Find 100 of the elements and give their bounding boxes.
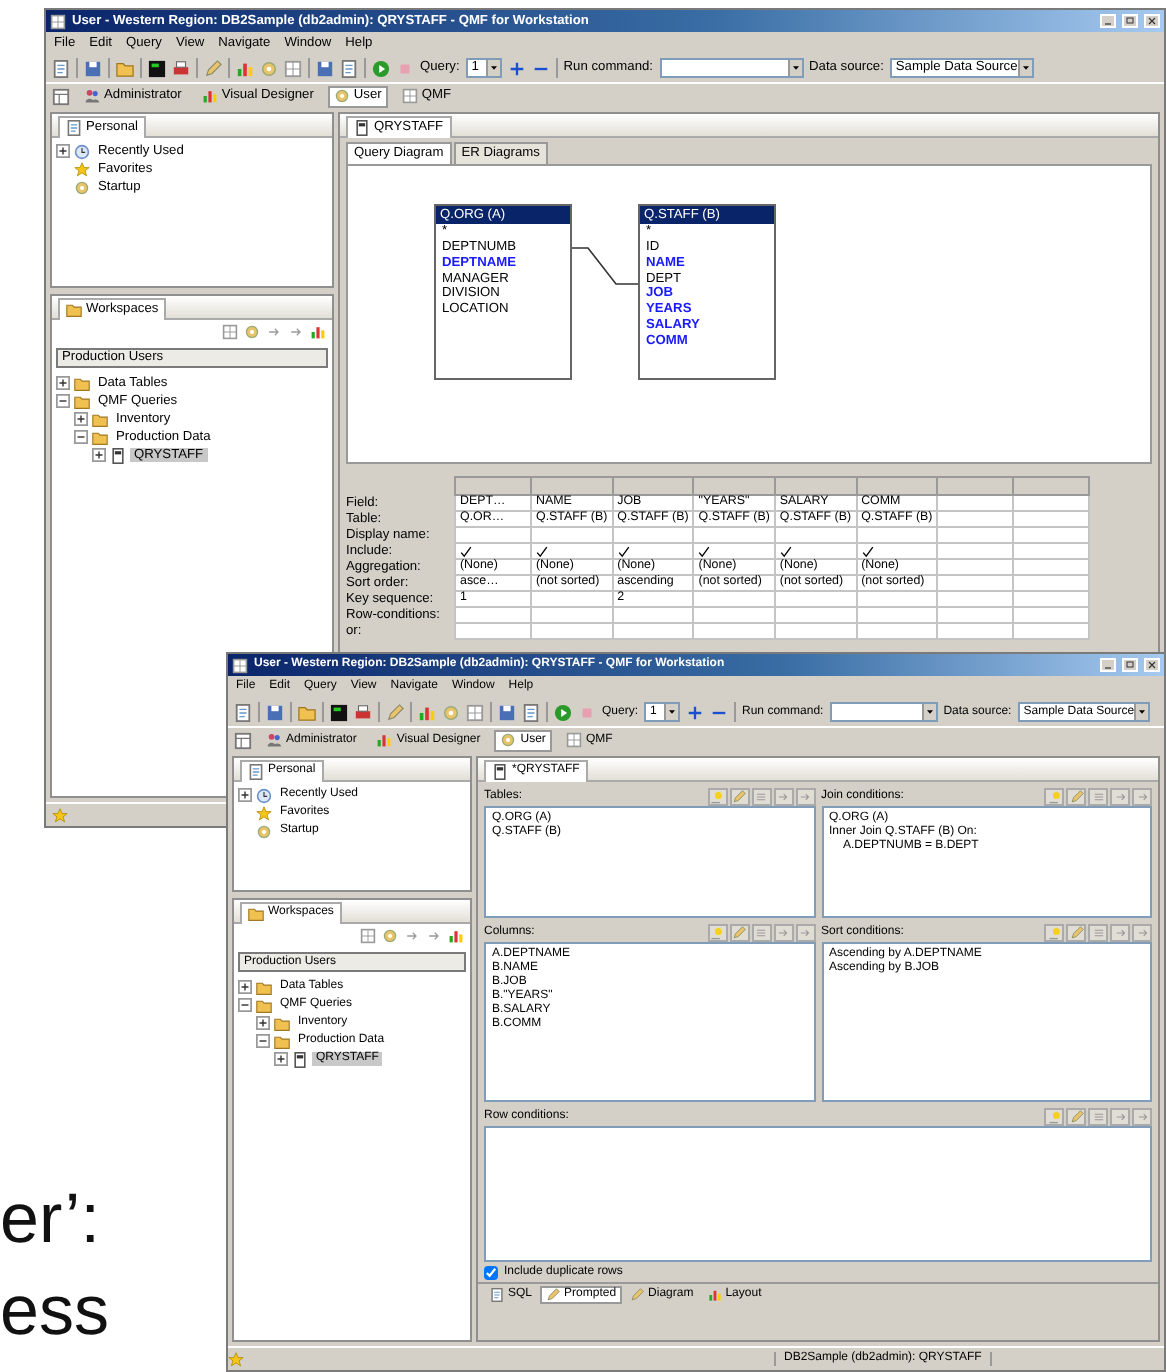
- rows-icon: [754, 925, 768, 939]
- sparkle-icon: [1047, 789, 1061, 803]
- perspective-icon: [500, 732, 517, 748]
- status-icon: [52, 807, 68, 823]
- move-button[interactable]: [1110, 1107, 1130, 1125]
- arrow-icon[interactable]: [288, 324, 304, 340]
- expand-icon[interactable]: [274, 1052, 288, 1066]
- move-button[interactable]: [773, 787, 793, 805]
- print-icon[interactable]: [354, 703, 372, 721]
- arrow-icon[interactable]: [426, 928, 442, 944]
- arrow-icon: [1135, 925, 1149, 939]
- expand-icon[interactable]: [238, 788, 252, 802]
- perspective-icon: [84, 88, 100, 104]
- expand-icon[interactable]: [256, 1016, 270, 1030]
- dropdown-arrow-icon: [923, 706, 936, 718]
- save-icon[interactable]: [498, 703, 516, 721]
- expand-icon[interactable]: [92, 448, 106, 462]
- save-icon[interactable]: [266, 703, 284, 721]
- perspective-icon: [376, 732, 393, 748]
- save-icon[interactable]: [316, 59, 334, 77]
- next-button[interactable]: [795, 923, 815, 941]
- table-icon[interactable]: [284, 59, 302, 77]
- terminal-icon[interactable]: [330, 703, 348, 721]
- list-button[interactable]: [751, 923, 771, 941]
- dropdown-arrow-icon: [1019, 62, 1032, 74]
- run-command-field[interactable]: [659, 58, 804, 78]
- new-file-icon[interactable]: [234, 703, 252, 721]
- layout-icon: [707, 1287, 722, 1301]
- document-icon: [292, 1051, 308, 1067]
- expand-icon[interactable]: [74, 412, 88, 426]
- collapse-icon[interactable]: [238, 998, 252, 1012]
- minimize-button[interactable]: [1100, 658, 1116, 672]
- move-button[interactable]: [1110, 787, 1130, 805]
- app-icon: [50, 13, 66, 29]
- add-button[interactable]: [1044, 1107, 1064, 1125]
- list-button[interactable]: [1088, 787, 1108, 805]
- expand-icon[interactable]: [238, 980, 252, 994]
- edit-button[interactable]: [1066, 923, 1086, 941]
- arrow-icon: [1135, 789, 1149, 803]
- sparkle-icon: [1047, 925, 1061, 939]
- perspective-icon: [333, 88, 350, 104]
- add-button[interactable]: [1044, 923, 1064, 941]
- dropdown-arrow-icon: [666, 706, 679, 718]
- arrow-icon[interactable]: [404, 928, 420, 944]
- move-button[interactable]: [773, 923, 793, 941]
- next-button[interactable]: [1132, 787, 1152, 805]
- next-button[interactable]: [1132, 1107, 1152, 1125]
- save-icon[interactable]: [84, 59, 102, 77]
- add-button[interactable]: [1044, 787, 1064, 805]
- minimize-button[interactable]: [1100, 14, 1116, 28]
- print-icon[interactable]: [172, 59, 190, 77]
- open-perspective-icon[interactable]: [234, 731, 252, 749]
- folder-icon[interactable]: [116, 59, 134, 77]
- collapse-icon[interactable]: [74, 430, 88, 444]
- terminal-icon[interactable]: [148, 59, 166, 77]
- add-button[interactable]: [707, 923, 727, 941]
- edit-button[interactable]: [729, 923, 749, 941]
- add-icon[interactable]: [686, 703, 705, 721]
- close-button[interactable]: [1144, 14, 1160, 28]
- chart-icon[interactable]: [418, 703, 436, 721]
- chart-icon[interactable]: [236, 59, 254, 77]
- edit-button[interactable]: [1066, 787, 1086, 805]
- close-button[interactable]: [1144, 658, 1160, 672]
- list-button[interactable]: [1088, 923, 1108, 941]
- table-icon[interactable]: [466, 703, 484, 721]
- next-button[interactable]: [1132, 923, 1152, 941]
- edit-icon[interactable]: [386, 703, 404, 721]
- move-button[interactable]: [1110, 923, 1130, 941]
- expand-icon[interactable]: [56, 144, 70, 158]
- perspective-icon: [565, 732, 582, 748]
- slide-text: ess: [0, 1276, 109, 1346]
- dropdown-arrow-icon: [1136, 706, 1149, 718]
- add-button[interactable]: [707, 787, 727, 805]
- arrow-icon[interactable]: [266, 324, 282, 340]
- collapse-icon[interactable]: [56, 394, 70, 408]
- open-perspective-icon[interactable]: [52, 87, 70, 105]
- checkbox[interactable]: [484, 1265, 498, 1279]
- query-icon: [354, 119, 370, 135]
- run-icon[interactable]: [554, 703, 572, 721]
- edit-icon[interactable]: [204, 59, 222, 77]
- add-icon[interactable]: [507, 59, 526, 77]
- run-icon[interactable]: [372, 59, 390, 77]
- restore-icon: [1124, 16, 1136, 26]
- dropdown-arrow-icon: [789, 62, 802, 74]
- run-command-field[interactable]: [829, 702, 938, 722]
- arrow-icon: [1113, 925, 1127, 939]
- expand-icon[interactable]: [56, 376, 70, 390]
- edit-button[interactable]: [729, 787, 749, 805]
- collapse-icon[interactable]: [256, 1034, 270, 1048]
- restore-button[interactable]: [1122, 658, 1138, 672]
- next-button[interactable]: [795, 787, 815, 805]
- restore-button[interactable]: [1122, 14, 1138, 28]
- close-icon: [1146, 660, 1158, 670]
- star-icon: [256, 805, 272, 821]
- list-button[interactable]: [751, 787, 771, 805]
- folder-icon[interactable]: [298, 703, 316, 721]
- clock-icon: [256, 787, 272, 803]
- edit-button[interactable]: [1066, 1107, 1086, 1125]
- new-file-icon[interactable]: [52, 59, 70, 77]
- list-button[interactable]: [1088, 1107, 1108, 1125]
